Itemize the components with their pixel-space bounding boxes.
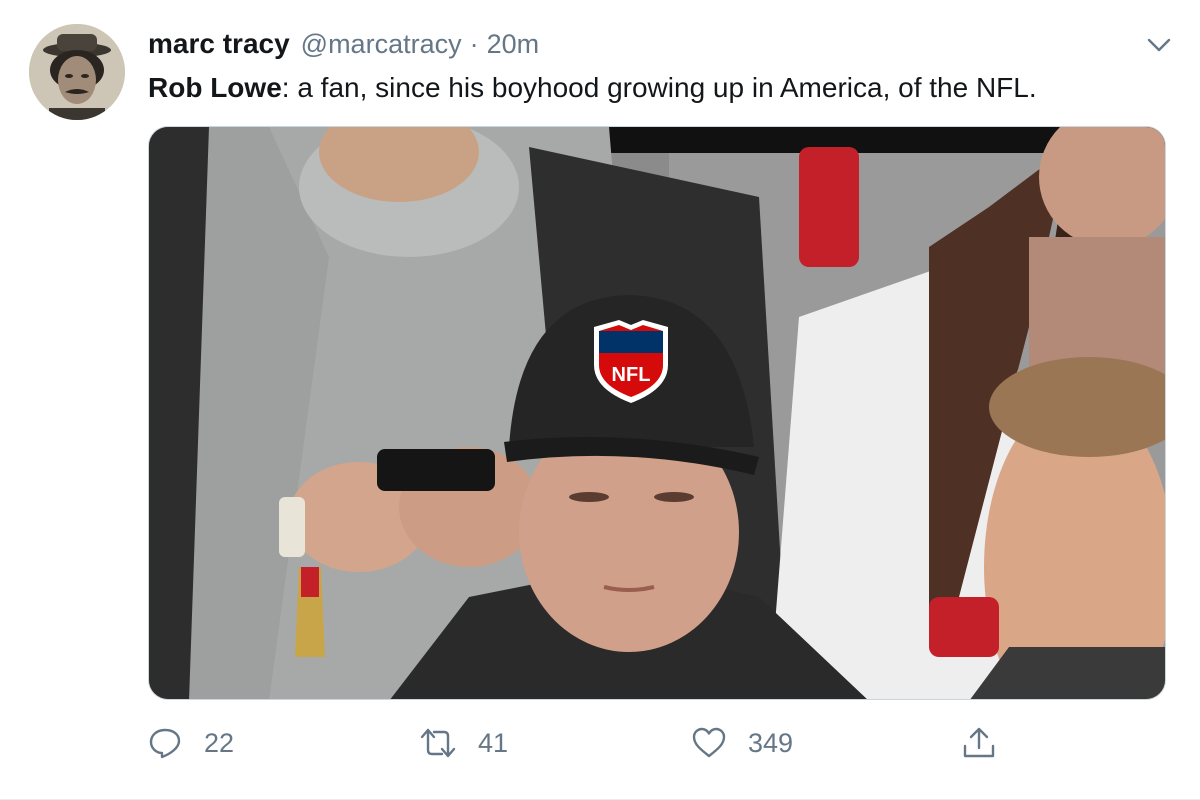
nfl-logo-text: NFL	[612, 364, 651, 386]
media-photo: NFL	[149, 127, 1165, 699]
like-button[interactable]: 349	[692, 718, 793, 768]
tweet-timestamp[interactable]: 20m	[487, 29, 540, 60]
retweet-count: 41	[478, 727, 509, 758]
author-avatar[interactable]	[29, 24, 125, 120]
reply-icon	[149, 728, 181, 759]
tweet-card: marc tracy @marcatracy · 20m Rob Lowe: a…	[0, 0, 1200, 800]
retweet-icon	[420, 728, 456, 758]
share-icon	[963, 727, 995, 758]
tweet-text-body: : a fan, since his boyhood growing up in…	[281, 72, 1037, 103]
like-count: 349	[748, 727, 794, 758]
reply-count: 22	[204, 727, 235, 758]
tweet-header: marc tracy @marcatracy · 20m	[148, 28, 1140, 62]
heart-icon	[692, 727, 726, 758]
tweet-text: Rob Lowe: a fan, since his boyhood growi…	[148, 70, 1160, 106]
reply-button[interactable]: 22	[148, 718, 234, 768]
tweet-actions: 22 41 349	[148, 718, 1008, 768]
header-separator: ·	[469, 29, 479, 59]
tweet-media-image[interactable]: NFL	[148, 126, 1166, 700]
author-display-name[interactable]: marc tracy	[148, 28, 290, 60]
chevron-down-icon[interactable]	[1144, 30, 1174, 60]
share-button[interactable]	[962, 718, 996, 768]
retweet-button[interactable]: 41	[420, 718, 508, 768]
author-handle[interactable]: @marcatracy	[301, 29, 462, 60]
avatar-image	[29, 24, 125, 120]
tweet-text-bold: Rob Lowe	[148, 72, 282, 103]
